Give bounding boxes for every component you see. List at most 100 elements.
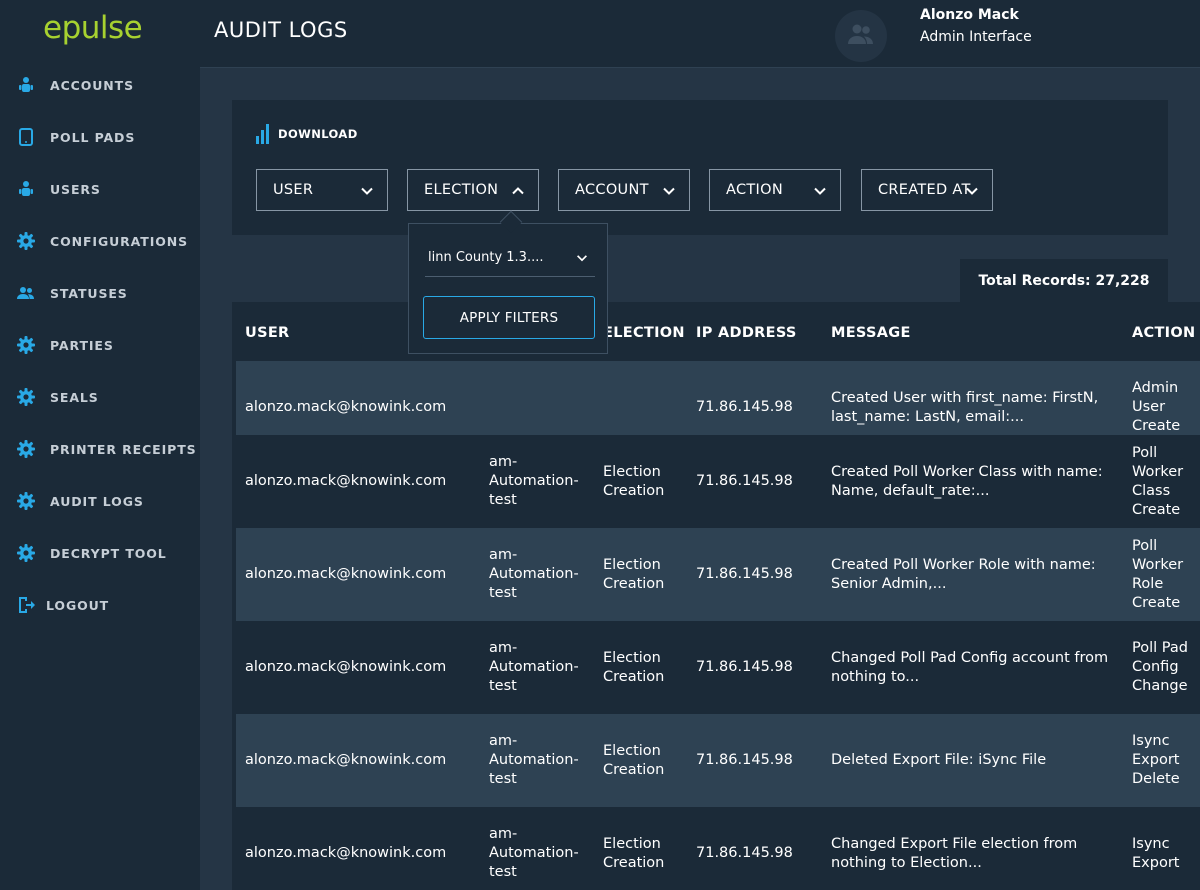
- election-select-value: linn County 1.3....: [428, 250, 544, 265]
- sidebar-item-configurations[interactable]: CONFIGURATIONS: [0, 221, 200, 261]
- column-header-election[interactable]: ELECTION: [603, 325, 685, 341]
- sidebar-item-users[interactable]: USERS: [0, 169, 200, 209]
- sidebar-item-poll-pads[interactable]: POLL PADS: [0, 117, 200, 157]
- cell-user: alonzo.mack@knowink.com: [245, 659, 447, 675]
- sidebar-item-label: POLL PADS: [50, 129, 136, 145]
- table-row[interactable]: alonzo.mack@knowink.com am-Automation-te…: [236, 621, 1200, 714]
- accounts-icon: [16, 75, 36, 95]
- sidebar-item-audit-logs[interactable]: AUDIT LOGS: [0, 481, 200, 521]
- sidebar-item-label: PARTIES: [50, 337, 114, 353]
- user-name: Alonzo Mack: [920, 7, 1019, 23]
- cell-message: Created Poll Worker Class with name: Nam…: [831, 463, 1103, 499]
- cell-message: Deleted Export File: iSync File: [831, 752, 1047, 768]
- column-header-message[interactable]: MESSAGE: [831, 325, 911, 341]
- election-filter-popover: linn County 1.3.... APPLY FILTERS: [408, 223, 608, 354]
- sidebar-item-label: USERS: [50, 181, 101, 197]
- filter-label: ACCOUNT: [575, 182, 649, 198]
- cell-ip: 71.86.145.98: [696, 473, 793, 489]
- sidebar-item-label: PRINTER RECEIPTS: [50, 441, 197, 457]
- cell-action: Isync Export: [1132, 835, 1180, 871]
- sidebar-item-label: SEALS: [50, 389, 99, 405]
- sidebar: epulse ACCOUNTS POLL PADS USERS CONFIGUR…: [0, 0, 200, 890]
- sidebar-item-label: CONFIGURATIONS: [50, 233, 189, 249]
- download-label: DOWNLOAD: [278, 127, 358, 141]
- filter-election-button[interactable]: ELECTION: [407, 169, 539, 211]
- chevron-down-icon: [663, 187, 675, 195]
- election-select[interactable]: linn County 1.3....: [425, 244, 595, 277]
- bar-chart-icon: [256, 124, 269, 144]
- table-row[interactable]: alonzo.mack@knowink.com am-Automation-te…: [236, 714, 1200, 807]
- cell-ip: 71.86.145.98: [696, 399, 793, 415]
- cell-account: am-Automation-test: [489, 733, 579, 787]
- filter-user-button[interactable]: USER: [256, 169, 388, 211]
- filter-label: CREATED AT: [878, 182, 971, 198]
- cell-user: alonzo.mack@knowink.com: [245, 566, 447, 582]
- download-button[interactable]: DOWNLOAD: [256, 124, 358, 144]
- cell-election: Election Creation: [603, 463, 665, 499]
- filter-label: USER: [273, 182, 314, 198]
- sidebar-item-logout[interactable]: LOGOUT: [0, 585, 200, 625]
- cell-election: Election Creation: [603, 835, 665, 871]
- chevron-up-icon: [512, 187, 524, 195]
- chevron-down-icon: [577, 255, 587, 262]
- cell-account: am-Automation-test: [489, 826, 579, 880]
- cell-ip: 71.86.145.98: [696, 659, 793, 675]
- cell-ip: 71.86.145.98: [696, 752, 793, 768]
- table-row[interactable]: alonzo.mack@knowink.com am-Automation-te…: [236, 807, 1200, 890]
- cell-action: Isync Export Delete: [1132, 733, 1180, 787]
- column-header-user[interactable]: USER: [245, 325, 290, 341]
- audit-log-table: USER ELECTION IP ADDRESS MESSAGE ACTION …: [232, 302, 1200, 890]
- column-header-action[interactable]: ACTION: [1132, 325, 1195, 341]
- chevron-down-icon: [814, 187, 826, 195]
- filter-account-button[interactable]: ACCOUNT: [558, 169, 690, 211]
- sidebar-item-statuses[interactable]: STATUSES: [0, 273, 200, 313]
- tablet-icon: [16, 127, 36, 147]
- table-row[interactable]: alonzo.mack@knowink.com am-Automation-te…: [236, 528, 1200, 621]
- cell-action: Poll Worker Class Create: [1132, 444, 1184, 518]
- epulse-logo[interactable]: epulse: [43, 10, 143, 46]
- sidebar-item-accounts[interactable]: ACCOUNTS: [0, 65, 200, 105]
- gear-icon: [16, 543, 36, 563]
- table-row[interactable]: alonzo.mack@knowink.com am-Automation-te…: [236, 435, 1200, 528]
- table-header: USER ELECTION IP ADDRESS MESSAGE ACTION: [232, 302, 1200, 361]
- sidebar-item-decrypt-tool[interactable]: DECRYPT TOOL: [0, 533, 200, 573]
- cell-user: alonzo.mack@knowink.com: [245, 399, 447, 415]
- filter-created-at-button[interactable]: CREATED AT: [861, 169, 993, 211]
- total-records: Total Records: 27,228: [960, 259, 1168, 303]
- page-title: AUDIT LOGS: [214, 18, 348, 42]
- cell-message: Created User with first_name: FirstN, la…: [831, 389, 1099, 425]
- gear-icon: [16, 335, 36, 355]
- top-header: AUDIT LOGS Alonzo Mack Admin Interface: [200, 0, 1200, 68]
- sidebar-item-printer-receipts[interactable]: PRINTER RECEIPTS: [0, 429, 200, 469]
- sidebar-item-label: AUDIT LOGS: [50, 493, 144, 509]
- filter-action-button[interactable]: ACTION: [709, 169, 841, 211]
- cell-user: alonzo.mack@knowink.com: [245, 845, 447, 861]
- cell-election: Election Creation: [603, 742, 665, 778]
- cell-message: Changed Export File election from nothin…: [831, 835, 1078, 871]
- sidebar-item-label: ACCOUNTS: [50, 77, 134, 93]
- people-icon: [16, 283, 36, 303]
- cell-message: Created Poll Worker Role with name: Seni…: [831, 556, 1096, 592]
- column-header-ip-address[interactable]: IP ADDRESS: [696, 325, 797, 341]
- cell-ip: 71.86.145.98: [696, 845, 793, 861]
- gear-icon: [16, 231, 36, 251]
- cell-election: Election Creation: [603, 556, 665, 592]
- filter-panel: DOWNLOAD USER ELECTION ACCOUNT ACTION CR…: [232, 100, 1168, 235]
- gear-icon: [16, 439, 36, 459]
- logout-icon: [16, 595, 36, 615]
- sidebar-item-parties[interactable]: PARTIES: [0, 325, 200, 365]
- filter-label: ACTION: [726, 182, 783, 198]
- cell-action: Poll Worker Role Create: [1132, 537, 1184, 611]
- avatar[interactable]: [835, 10, 887, 62]
- apply-filters-button[interactable]: APPLY FILTERS: [423, 296, 595, 339]
- cell-account: am-Automation-test: [489, 547, 579, 601]
- cell-user: alonzo.mack@knowink.com: [245, 473, 447, 489]
- users-icon: [16, 179, 36, 199]
- cell-action: Admin User Create: [1132, 380, 1181, 434]
- sidebar-item-label: STATUSES: [50, 285, 128, 301]
- sidebar-item-seals[interactable]: SEALS: [0, 377, 200, 417]
- cell-user: alonzo.mack@knowink.com: [245, 752, 447, 768]
- user-role: Admin Interface: [920, 29, 1032, 45]
- cell-ip: 71.86.145.98: [696, 566, 793, 582]
- chevron-down-icon: [361, 187, 373, 195]
